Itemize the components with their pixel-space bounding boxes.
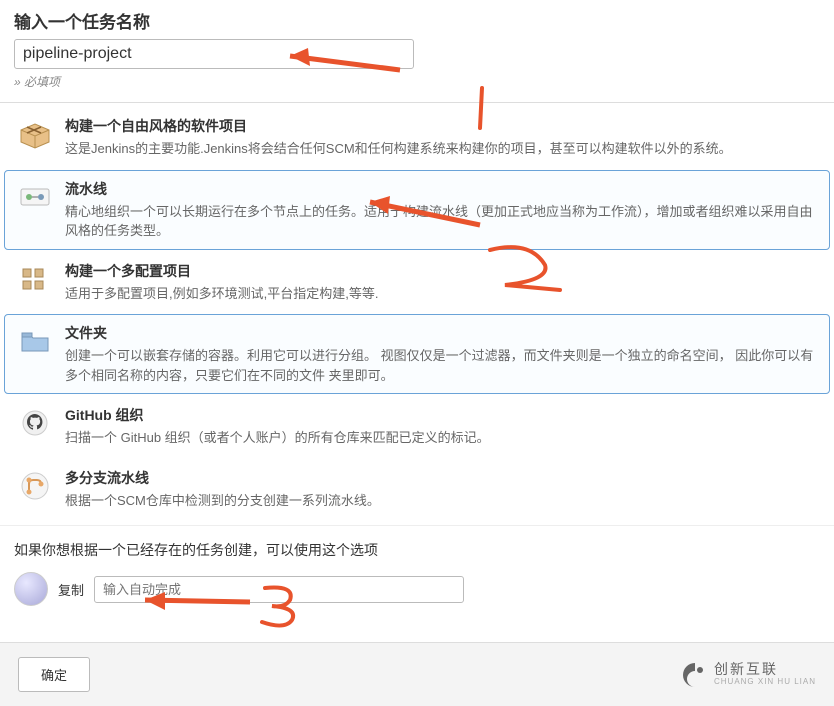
- item-desc: 扫描一个 GitHub 组织（或者个人账户）的所有仓库来匹配已定义的标记。: [65, 428, 819, 448]
- brand-sub: CHUANG XIN HU LIAN: [714, 678, 816, 687]
- confirm-button[interactable]: 确定: [18, 657, 90, 692]
- folder-icon: [15, 323, 55, 359]
- item-desc: 根据一个SCM仓库中检测到的分支创建一系列流水线。: [65, 491, 819, 511]
- item-multibranch[interactable]: 多分支流水线 根据一个SCM仓库中检测到的分支创建一系列流水线。: [4, 459, 830, 520]
- item-name-input[interactable]: [14, 39, 414, 69]
- item-github-org[interactable]: GitHub 组织 扫描一个 GitHub 组织（或者个人账户）的所有仓库来匹配…: [4, 396, 830, 457]
- item-desc: 这是Jenkins的主要功能.Jenkins将会结合任何SCM和任何构建系统来构…: [65, 139, 819, 159]
- item-title: 多分支流水线: [65, 468, 819, 488]
- copy-icon: [14, 572, 48, 606]
- item-multiconfig[interactable]: 构建一个多配置项目 适用于多配置项目,例如多环境测试,平台指定构建,等等.: [4, 252, 830, 313]
- item-title: GitHub 组织: [65, 405, 819, 425]
- brand-logo-icon: [680, 660, 710, 690]
- item-title: 流水线: [65, 179, 819, 199]
- multibranch-icon: [15, 468, 55, 504]
- brand-main: 创新互联: [714, 662, 816, 677]
- box-icon: [15, 116, 55, 152]
- item-type-list: 构建一个自由风格的软件项目 这是Jenkins的主要功能.Jenkins将会结合…: [0, 103, 834, 525]
- pipeline-icon: [15, 179, 55, 215]
- item-freestyle[interactable]: 构建一个自由风格的软件项目 这是Jenkins的主要功能.Jenkins将会结合…: [4, 107, 830, 168]
- copy-label: 复制: [58, 580, 84, 599]
- item-desc: 精心地组织一个可以长期运行在多个节点上的任务。适用于构建流水线（更加正式地应当称…: [65, 202, 819, 241]
- item-folder[interactable]: 文件夹 创建一个可以嵌套存储的容器。利用它可以进行分组。 视图仅仅是一个过滤器，…: [4, 314, 830, 394]
- brand-logo: 创新互联 CHUANG XIN HU LIAN: [680, 660, 816, 690]
- copy-from-input[interactable]: [94, 576, 464, 603]
- item-title: 构建一个多配置项目: [65, 261, 819, 281]
- matrix-icon: [15, 261, 55, 297]
- copy-prompt: 如果你想根据一个已经存在的任务创建，可以使用这个选项: [14, 540, 820, 560]
- item-pipeline[interactable]: 流水线 精心地组织一个可以长期运行在多个节点上的任务。适用于构建流水线（更加正式…: [4, 170, 830, 250]
- github-icon: [15, 405, 55, 441]
- required-note: » 必填项: [14, 73, 820, 90]
- page-title: 输入一个任务名称: [14, 8, 820, 33]
- item-desc: 适用于多配置项目,例如多环境测试,平台指定构建,等等.: [65, 284, 819, 304]
- item-desc: 创建一个可以嵌套存储的容器。利用它可以进行分组。 视图仅仅是一个过滤器，而文件夹…: [65, 346, 819, 385]
- item-title: 构建一个自由风格的软件项目: [65, 116, 819, 136]
- item-title: 文件夹: [65, 323, 819, 343]
